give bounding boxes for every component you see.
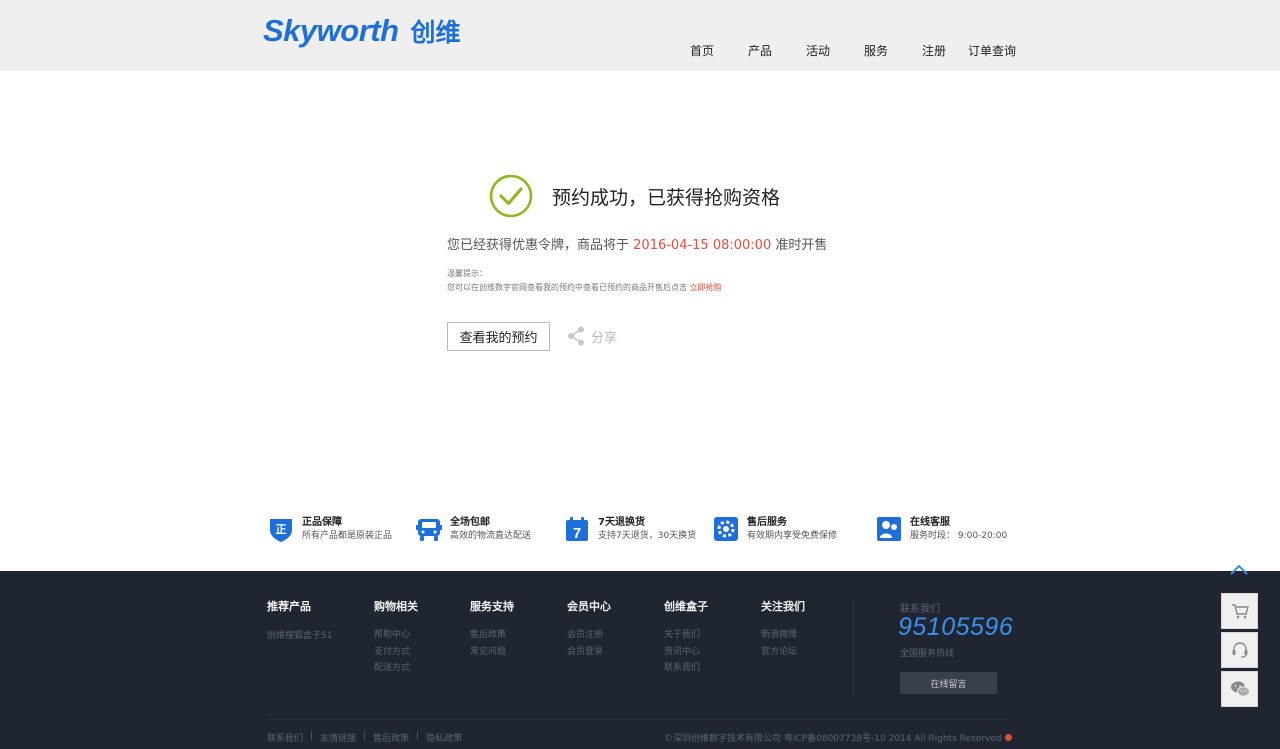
service-item-aftersales: 售后服务 有效期内享受免费保修 bbox=[713, 516, 837, 546]
tip-body: 您可以在创维数字官网查看我的预约中查看已预约的商品开售后点击 bbox=[447, 283, 687, 292]
wechat-icon bbox=[1230, 681, 1250, 697]
info-suffix: 准时开售 bbox=[775, 238, 828, 253]
service-desc: 服务时段： 9:00-20:00 bbox=[910, 531, 1008, 541]
header: Skyworth 创维 首页 产品 活动 服务 注册 订单查询 bbox=[0, 0, 1280, 71]
footer-col-title: 会员中心 bbox=[567, 600, 611, 613]
share-icon bbox=[568, 326, 584, 346]
footer-link[interactable]: 关于我们 bbox=[664, 627, 708, 644]
view-reservation-button[interactable]: 查看我的预约 bbox=[447, 322, 550, 351]
headset-icon bbox=[1232, 642, 1247, 658]
wechat-button[interactable] bbox=[1221, 671, 1258, 707]
footer-col-recommended: 推荐产品 创维搜狐盒子S1 bbox=[267, 600, 332, 645]
service-item-online-support: 在线客服 服务时段： 9:00-20:00 bbox=[876, 516, 1007, 546]
svg-text:正: 正 bbox=[276, 523, 287, 536]
gear-icon bbox=[714, 517, 738, 541]
shield-icon: 正 bbox=[270, 519, 292, 542]
footer-col-title: 关注我们 bbox=[761, 600, 805, 613]
truck-icon bbox=[416, 519, 442, 541]
main-nav: 首页 产品 活动 服务 注册 订单查询 bbox=[0, 42, 1280, 60]
footer-link[interactable]: 会员登录 bbox=[567, 644, 611, 661]
hotline-number: 95105596 bbox=[898, 613, 1014, 641]
service-item-shipping: 全场包邮 高效的物流直达配送 bbox=[416, 516, 531, 546]
nav-home[interactable]: 首页 bbox=[690, 42, 714, 59]
footer-col-shopping: 购物相关 帮助中心 支付方式 配送方式 bbox=[374, 600, 418, 677]
nav-products[interactable]: 产品 bbox=[748, 42, 772, 59]
footer-link[interactable]: 配送方式 bbox=[374, 660, 418, 677]
nav-services[interactable]: 服务 bbox=[864, 42, 888, 59]
footer-col-title: 服务支持 bbox=[470, 600, 514, 613]
copyright-text: ©深圳创维数字技术有限公司 粤ICP备08007738号-10 2014 All… bbox=[664, 734, 1002, 744]
sale-time: 2016-04-15 08:00:00 bbox=[633, 238, 772, 253]
bottom-link-friends[interactable]: 友情链接 bbox=[320, 731, 356, 744]
footer: 推荐产品 创维搜狐盒子S1 购物相关 帮助中心 支付方式 配送方式 服务支持 售… bbox=[0, 571, 1280, 749]
footer-link[interactable]: 售后政策 bbox=[470, 627, 514, 644]
footer-link[interactable]: 联系我们 bbox=[664, 660, 708, 677]
hotline-label: 全国服务热线 bbox=[900, 649, 955, 659]
footer-link[interactable]: 会员注册 bbox=[567, 627, 611, 644]
footer-col-title: 创维盒子 bbox=[664, 600, 708, 613]
footer-divider bbox=[267, 719, 1009, 720]
footer-link[interactable]: 帮助中心 bbox=[374, 627, 418, 644]
tip-text: 您可以在创维数字官网查看我的预约中查看已预约的商品开售后点击 立即抢购 bbox=[447, 282, 722, 293]
nav-register[interactable]: 注册 bbox=[922, 42, 946, 59]
service-item-returns: 7 7天退换货 支持7天退货，30天换货 bbox=[564, 516, 696, 546]
footer-link[interactable]: 支付方式 bbox=[374, 644, 418, 661]
service-desc: 所有产品都是原装正品 bbox=[302, 531, 393, 541]
footer-link[interactable]: 创维搜狐盒子S1 bbox=[267, 628, 332, 645]
info-prefix: 您已经获得优惠令牌，商品将于 bbox=[447, 238, 630, 253]
link-separator: | bbox=[416, 731, 420, 741]
online-message-button[interactable]: 在线留言 bbox=[900, 672, 997, 694]
bottom-link-aftersales[interactable]: 售后政策 bbox=[373, 731, 409, 744]
share-button[interactable]: 分享 bbox=[567, 326, 617, 346]
bottom-link-contact[interactable]: 联系我们 bbox=[267, 731, 303, 744]
page: Skyworth 创维 首页 产品 活动 服务 注册 订单查询 预约成功，已获得… bbox=[0, 0, 1280, 749]
footer-link[interactable]: 常见问题 bbox=[470, 644, 514, 661]
calendar-icon: 7 bbox=[566, 517, 588, 542]
nav-order-query[interactable]: 订单查询 bbox=[968, 42, 1016, 59]
bottom-link-privacy[interactable]: 隐私政策 bbox=[426, 731, 462, 744]
footer-link[interactable]: 新浪微博 bbox=[761, 627, 805, 644]
footer-col-box: 创维盒子 关于我们 资讯中心 联系我们 bbox=[664, 600, 708, 677]
service-title: 售后服务 bbox=[747, 517, 787, 528]
check-circle-icon bbox=[489, 174, 533, 218]
service-desc: 支持7天退货，30天换货 bbox=[598, 531, 697, 541]
service-title: 正品保障 bbox=[302, 517, 342, 528]
buy-now-link[interactable]: 立即抢购 bbox=[690, 283, 722, 292]
footer-link[interactable]: 资讯中心 bbox=[664, 644, 708, 661]
svg-text:7: 7 bbox=[573, 525, 581, 542]
headset-button[interactable] bbox=[1221, 632, 1258, 668]
service-desc: 高效的物流直达配送 bbox=[450, 531, 532, 541]
footer-col-title: 购物相关 bbox=[374, 600, 418, 613]
footer-col-support: 服务支持 售后政策 常见问题 bbox=[470, 600, 514, 660]
service-item-genuine: 正 正品保障 所有产品都是原装正品 bbox=[268, 516, 392, 546]
tip-label: 温馨提示： bbox=[447, 269, 487, 278]
share-label: 分享 bbox=[591, 330, 618, 346]
cart-icon bbox=[1231, 604, 1249, 619]
footer-col-title: 推荐产品 bbox=[267, 600, 311, 613]
cart-button[interactable] bbox=[1221, 593, 1258, 629]
footer-col-follow: 关注我们 新浪微博 官方论坛 bbox=[761, 600, 805, 660]
nav-activities[interactable]: 活动 bbox=[806, 42, 830, 59]
service-title: 7天退换货 bbox=[598, 517, 645, 528]
success-title: 预约成功，已获得抢购资格 bbox=[552, 187, 781, 209]
copyright: ©深圳创维数字技术有限公司 粤ICP备08007738号-10 2014 All… bbox=[664, 731, 1012, 744]
footer-col-member: 会员中心 会员注册 会员登录 bbox=[567, 600, 611, 660]
footer-link[interactable]: 官方论坛 bbox=[761, 644, 805, 661]
footer-separator bbox=[853, 601, 854, 697]
back-to-top-icon[interactable] bbox=[1228, 562, 1250, 578]
certification-badge-icon[interactable] bbox=[1004, 734, 1012, 741]
bottom-links: 联系我们 | 友情链接 | 售后政策 | 隐私政策 bbox=[267, 731, 462, 744]
customer-service-icon bbox=[877, 517, 901, 541]
service-desc: 有效期内享受免费保修 bbox=[747, 531, 838, 541]
link-separator: | bbox=[363, 731, 367, 741]
service-title: 全场包邮 bbox=[450, 517, 490, 528]
service-title: 在线客服 bbox=[910, 517, 950, 528]
link-separator: | bbox=[310, 731, 314, 741]
reservation-info: 您已经获得优惠令牌，商品将于 2016-04-15 08:00:00 准时开售 bbox=[447, 234, 827, 253]
